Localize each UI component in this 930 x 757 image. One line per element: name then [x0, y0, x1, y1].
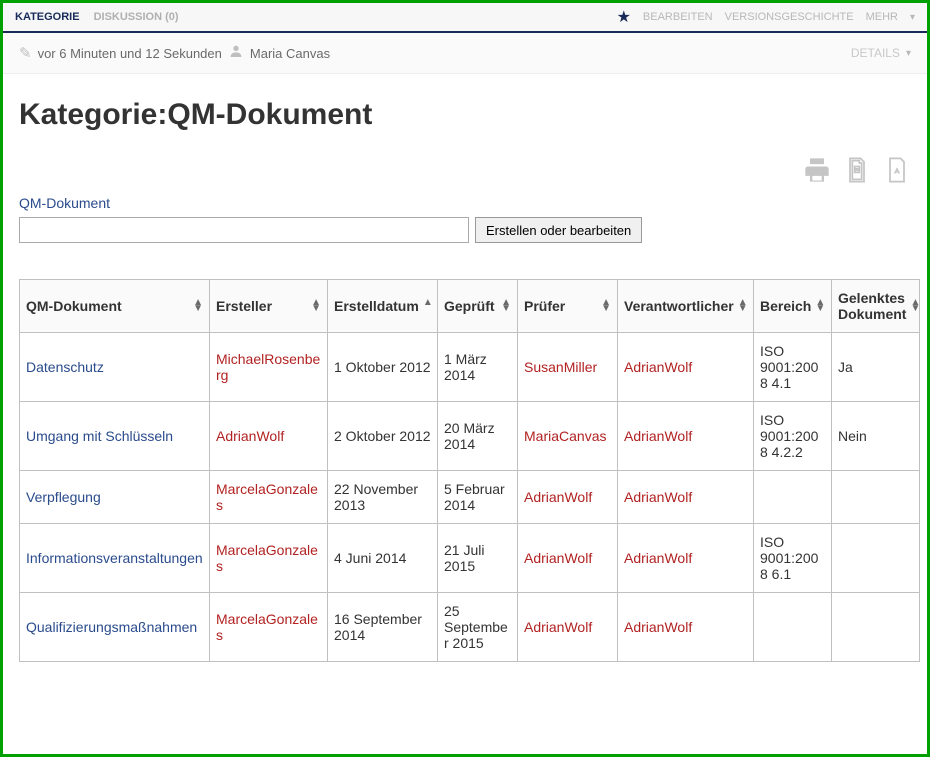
sort-icon: ▲▼ [193, 300, 203, 312]
cell-erstelldatum: 1 Oktober 2012 [328, 333, 438, 402]
cell-bereich [754, 471, 832, 524]
user-link[interactable]: AdrianWolf [624, 619, 692, 635]
history-link[interactable]: VERSIONSGESCHICHTE [725, 11, 854, 23]
sort-icon: ▲▼ [601, 300, 611, 312]
last-edit-time: vor 6 Minuten und 12 Sekunden [38, 46, 222, 61]
cell-erstelldatum: 4 Juni 2014 [328, 524, 438, 593]
user-link[interactable]: AdrianWolf [624, 359, 692, 375]
info-bar: ✎ vor 6 Minuten und 12 Sekunden Maria Ca… [3, 33, 927, 74]
col-header-gelenkt[interactable]: Gelenktes Dokument▲▼ [832, 280, 920, 333]
col-header-erstelldatum[interactable]: Erstelldatum▲▼ [328, 280, 438, 333]
cell-erstelldatum: 22 November 2013 [328, 471, 438, 524]
doc-link[interactable]: Qualifizierungsmaßnahmen [26, 619, 197, 635]
col-header-pruefer[interactable]: Prüfer▲▼ [518, 280, 618, 333]
export-toolbar [19, 156, 911, 187]
cell-gelenkt: Nein [832, 402, 920, 471]
cell-erstelldatum: 16 September 2014 [328, 593, 438, 662]
archive-icon[interactable] [843, 156, 871, 187]
cell-gelenkt [832, 593, 920, 662]
sort-icon: ▲▼ [311, 300, 321, 312]
col-header-ersteller[interactable]: Ersteller▲▼ [210, 280, 328, 333]
doc-link[interactable]: Verpflegung [26, 489, 101, 505]
chevron-down-icon: ▾ [906, 48, 911, 59]
cell-bereich: ISO 9001:2008 4.2.2 [754, 402, 832, 471]
top-nav: KATEGORIE DISKUSSION (0) ★ BEARBEITEN VE… [3, 3, 927, 33]
doc-link[interactable]: Datenschutz [26, 359, 104, 375]
print-icon[interactable] [803, 156, 831, 187]
user-link[interactable]: AdrianWolf [524, 489, 592, 505]
documents-table: QM-Dokument▲▼ Ersteller▲▼ Erstelldatum▲▼… [19, 279, 920, 662]
cell-bereich: ISO 9001:2008 6.1 [754, 524, 832, 593]
user-link[interactable]: SusanMiller [524, 359, 597, 375]
col-header-verantw[interactable]: Verantwortlicher▲▼ [618, 280, 754, 333]
cell-geprueft: 1 März 2014 [438, 333, 518, 402]
cell-geprueft: 25 September 2015 [438, 593, 518, 662]
col-header-bereich[interactable]: Bereich▲▼ [754, 280, 832, 333]
user-link[interactable]: MariaCanvas [524, 428, 606, 444]
user-link[interactable]: AdrianWolf [524, 550, 592, 566]
user-icon [228, 43, 244, 63]
doc-link[interactable]: Umgang mit Schlüsseln [26, 428, 173, 444]
edit-link[interactable]: BEARBEITEN [643, 11, 713, 23]
sort-icon: ▲▼ [910, 300, 920, 312]
page-title: Kategorie:QM-Dokument [19, 98, 911, 132]
pencil-icon: ✎ [19, 44, 32, 62]
sort-icon: ▲▼ [815, 300, 825, 312]
cell-bereich [754, 593, 832, 662]
cell-gelenkt [832, 471, 920, 524]
cell-geprueft: 21 Juli 2015 [438, 524, 518, 593]
doc-link[interactable]: Informationsveranstaltungen [26, 550, 203, 566]
category-link[interactable]: QM-Dokument [19, 195, 911, 211]
cell-erstelldatum: 2 Oktober 2012 [328, 402, 438, 471]
col-header-geprueft[interactable]: Geprüft▲▼ [438, 280, 518, 333]
table-row: Qualifizierungsmaßnahmen MarcelaGonzales 1… [20, 593, 920, 662]
table-row: Datenschutz MichaelRosenberg1 Oktober 201… [20, 333, 920, 402]
table-row: Verpflegung MarcelaGonzales 22 November 20… [20, 471, 920, 524]
create-button[interactable] [475, 217, 642, 243]
user-link[interactable]: MarcelaGonzales [216, 611, 318, 643]
user-link[interactable]: AdrianWolf [216, 428, 284, 444]
user-link[interactable]: MarcelaGonzales [216, 542, 318, 574]
table-row: Informationsveranstaltungen MarcelaGonzal… [20, 524, 920, 593]
user-link[interactable]: MichaelRosenberg [216, 351, 320, 383]
tab-kategorie[interactable]: KATEGORIE [15, 11, 80, 23]
user-link[interactable]: AdrianWolf [624, 550, 692, 566]
tab-diskussion[interactable]: DISKUSSION (0) [94, 11, 179, 23]
sort-asc-icon: ▲▼ [423, 300, 433, 312]
user-link[interactable]: AdrianWolf [624, 489, 692, 505]
more-link[interactable]: MEHR [866, 11, 898, 23]
user-link[interactable]: AdrianWolf [624, 428, 692, 444]
pdf-icon[interactable] [883, 156, 911, 187]
user-link[interactable]: AdrianWolf [524, 619, 592, 635]
col-header-doc[interactable]: QM-Dokument▲▼ [20, 280, 210, 333]
cell-gelenkt [832, 524, 920, 593]
cell-geprueft: 5 Februar 2014 [438, 471, 518, 524]
user-link[interactable]: MarcelaGonzales [216, 481, 318, 513]
sort-icon: ▲▼ [738, 300, 748, 312]
sort-icon: ▲▼ [501, 300, 511, 312]
cell-geprueft: 20 März 2014 [438, 402, 518, 471]
cell-bereich: ISO 9001:2008 4.1 [754, 333, 832, 402]
details-toggle[interactable]: DETAILS ▾ [851, 46, 911, 60]
table-row: Umgang mit Schlüsseln AdrianWolf 2 Oktober… [20, 402, 920, 471]
cell-gelenkt: Ja [832, 333, 920, 402]
star-icon[interactable]: ★ [617, 7, 631, 27]
chevron-down-icon[interactable]: ▾ [910, 12, 915, 23]
last-edit-user[interactable]: Maria Canvas [250, 46, 330, 61]
create-input[interactable] [19, 217, 469, 243]
